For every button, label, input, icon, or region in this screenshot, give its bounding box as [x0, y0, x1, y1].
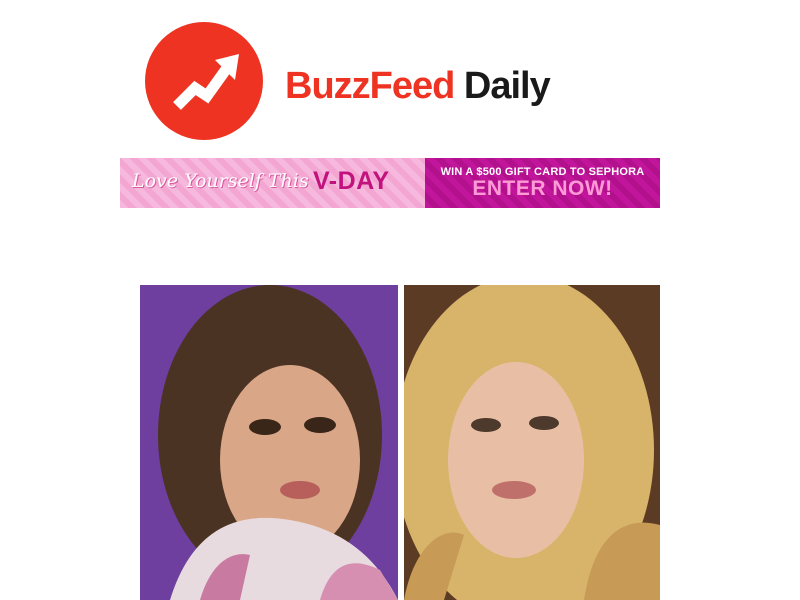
- brand-buzzfeed: BuzzFeed: [285, 65, 455, 107]
- trending-arrow-icon: [173, 54, 239, 110]
- portrait-image: [404, 285, 660, 600]
- portrait-image: [140, 285, 398, 600]
- banner-right-panel[interactable]: WIN A $500 GIFT CARD TO SEPHORA ENTER NO…: [425, 158, 660, 208]
- banner-vday-text: V-DAY: [313, 167, 390, 195]
- right-photo[interactable]: [404, 285, 660, 600]
- brand-wordmark[interactable]: BuzzFeed Daily: [285, 65, 551, 108]
- banner-left-panel: Love Yourself This V-DAY: [120, 158, 425, 208]
- left-photo[interactable]: [140, 285, 398, 600]
- enter-now-button[interactable]: ENTER NOW!: [425, 177, 660, 201]
- newsletter-header: BuzzFeed Daily: [140, 18, 660, 142]
- sephora-promo-banner[interactable]: Love Yourself This V-DAY WIN A $500 GIFT…: [120, 158, 660, 208]
- brand-daily: Daily: [463, 65, 551, 107]
- banner-script-text: Love Yourself This: [132, 170, 309, 192]
- buzzfeed-logo[interactable]: [145, 22, 263, 140]
